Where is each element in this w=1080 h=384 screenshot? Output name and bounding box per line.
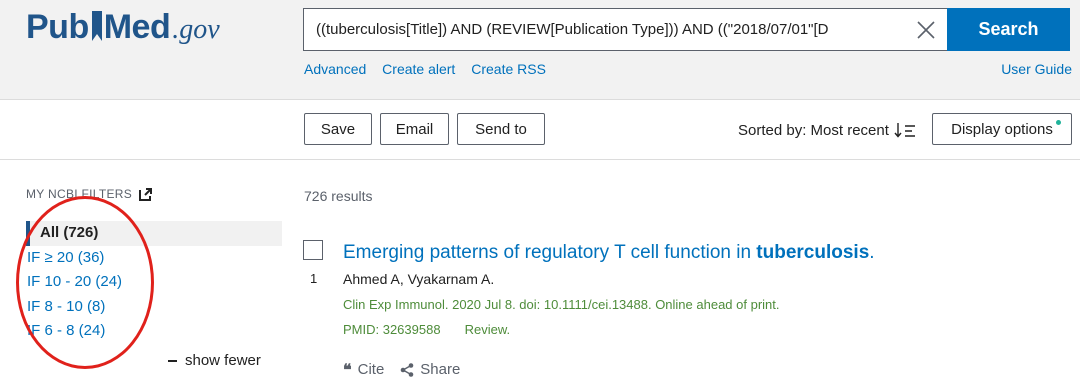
filter-if-6-8[interactable]: IF 6 - 8 (24) [26, 319, 282, 344]
advanced-link[interactable]: Advanced [304, 61, 366, 77]
result-pmid: PMID: 32639588 [343, 322, 441, 337]
create-alert-link[interactable]: Create alert [382, 61, 455, 77]
filter-list: All (726) IF ≥ 20 (36) IF 10 - 20 (24) I… [26, 221, 282, 344]
bookmark-icon [91, 11, 102, 41]
show-fewer-button[interactable]: show fewer [168, 352, 261, 369]
results-count: 726 results [304, 188, 373, 204]
send-to-button[interactable]: Send to [457, 113, 545, 145]
filter-if-10-20[interactable]: IF 10 - 20 (24) [26, 270, 282, 295]
search-button[interactable]: Search [947, 8, 1070, 51]
sort-control[interactable]: Sorted by: Most recent [738, 121, 916, 139]
quote-icon: ❝ [343, 359, 352, 379]
save-button[interactable]: Save [304, 113, 372, 145]
search-sublinks: Advanced Create alert Create RSS [304, 61, 558, 77]
result-title-link[interactable]: Emerging patterns of regulatory T cell f… [343, 242, 875, 264]
result-title-text: Emerging patterns of regulatory T cell f… [343, 242, 757, 263]
share-icon [400, 362, 414, 377]
result-number: 1 [310, 271, 318, 286]
cite-label: Cite [357, 361, 385, 378]
external-link-icon[interactable] [139, 187, 153, 201]
filter-all[interactable]: All (726) [26, 221, 282, 246]
header: Pub Med .gov Search Advanced Create aler… [0, 0, 1080, 100]
result-checkbox[interactable] [303, 240, 323, 260]
notification-dot [1056, 120, 1061, 125]
search-input[interactable] [316, 9, 904, 50]
email-button[interactable]: Email [380, 113, 449, 145]
result-title-end: . [869, 242, 875, 263]
clear-icon[interactable] [913, 17, 939, 43]
cite-button[interactable]: ❝ Cite [343, 361, 384, 378]
logo-gov: .gov [172, 14, 220, 45]
display-options-label: Display options [951, 120, 1053, 138]
logo-pub: Pub [26, 8, 89, 46]
result-actions: ❝ Cite Share [343, 361, 476, 378]
create-rss-link[interactable]: Create RSS [471, 61, 546, 77]
results-toolbar: Save Email Send to Sorted by: Most recen… [0, 100, 1080, 160]
result-authors: Ahmed A, Vyakarnam A. [343, 271, 495, 287]
result-journal-citation: Clin Exp Immunol. 2020 Jul 8. doi: 10.11… [343, 297, 780, 312]
display-options-button[interactable]: Display options [932, 113, 1072, 145]
share-label: Share [420, 361, 461, 378]
result-meta: PMID: 32639588 Review. [343, 322, 510, 337]
sort-icon [894, 123, 915, 138]
filter-if-20-plus[interactable]: IF ≥ 20 (36) [26, 246, 282, 271]
show-fewer-label: show fewer [185, 352, 261, 369]
result-title-highlight: tuberculosis [756, 242, 870, 263]
search-box [303, 8, 947, 51]
pubmed-logo[interactable]: Pub Med .gov [26, 8, 220, 54]
sorted-by-label: Sorted by: Most recent [738, 121, 889, 139]
logo-med: Med [103, 8, 171, 46]
share-button[interactable]: Share [400, 361, 460, 378]
filters-title-text: MY NCBI FILTERS [26, 187, 133, 201]
minus-icon [168, 360, 177, 363]
my-ncbi-filters-title: MY NCBI FILTERS [26, 187, 153, 201]
user-guide-link[interactable]: User Guide [1001, 61, 1072, 77]
filter-if-8-10[interactable]: IF 8 - 10 (8) [26, 295, 282, 320]
result-type: Review. [464, 322, 511, 337]
